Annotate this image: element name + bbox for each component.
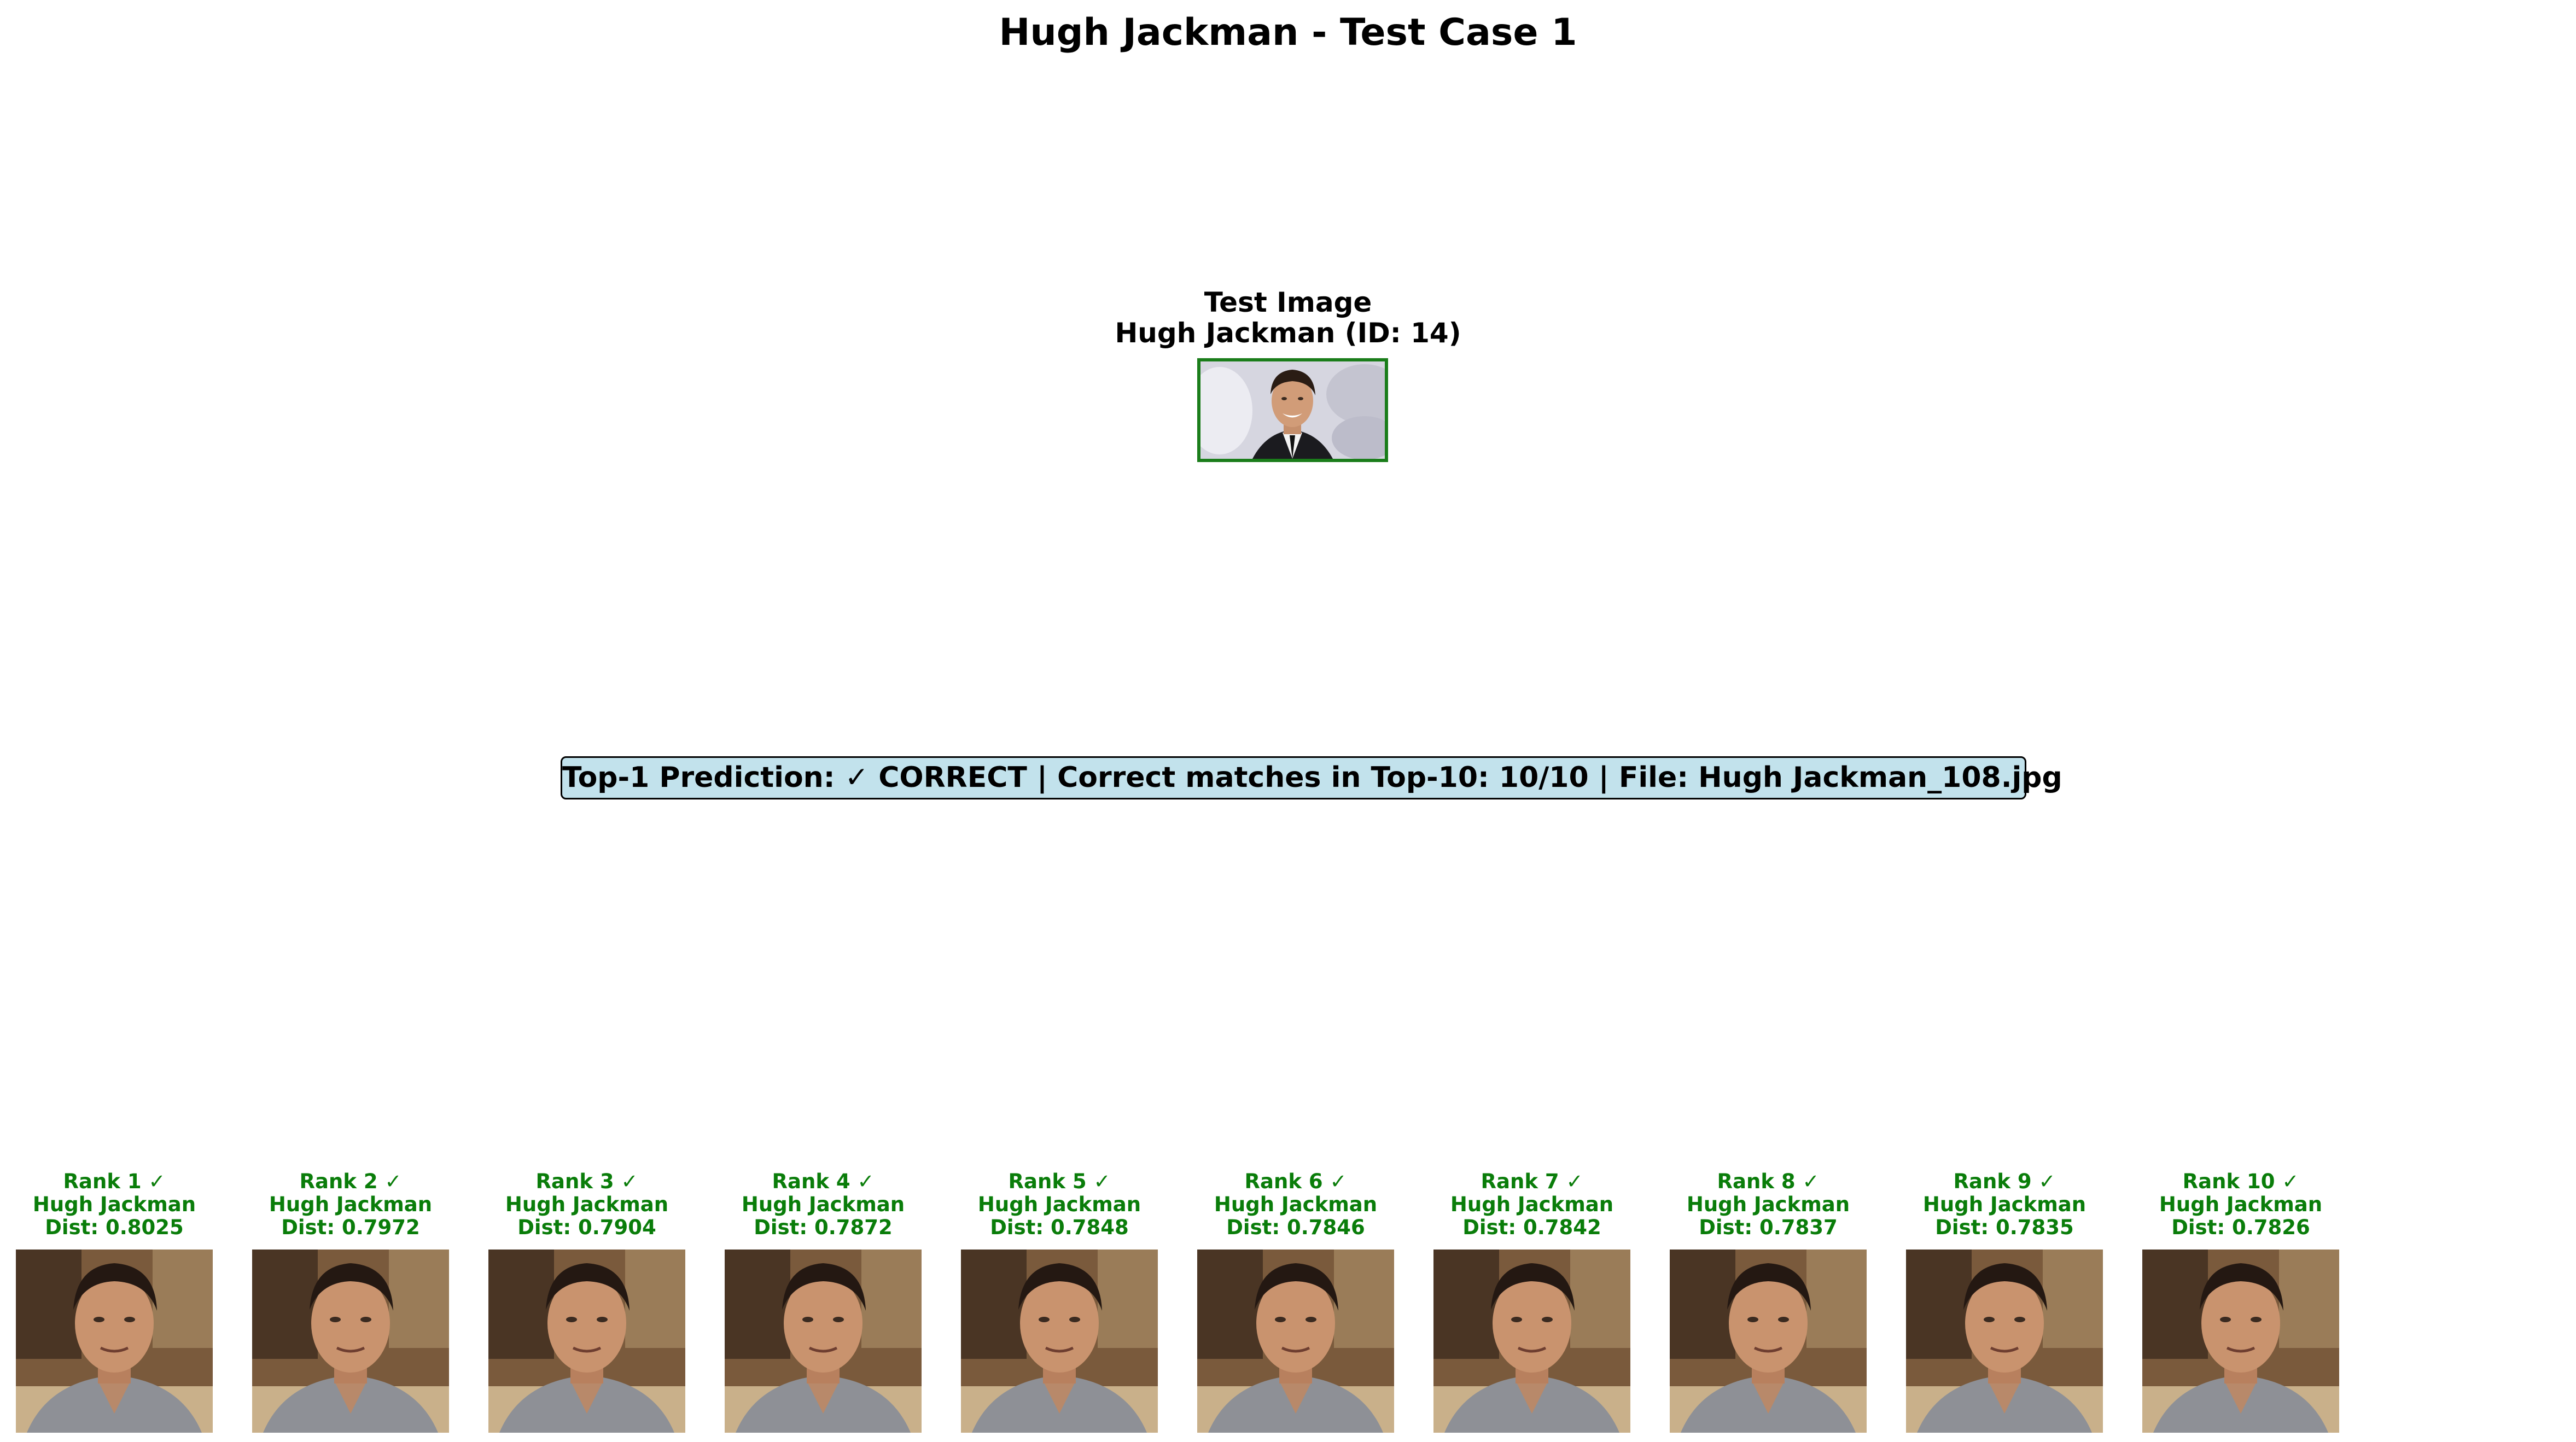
rank-label: Rank 4 ✓ Hugh Jackman Dist: 0.7872 xyxy=(708,1170,938,1239)
rank-label: Rank 6 ✓ Hugh Jackman Dist: 0.7846 xyxy=(1181,1170,1411,1239)
rank-name: Hugh Jackman xyxy=(32,1193,196,1216)
rank-name: Hugh Jackman xyxy=(269,1193,433,1216)
rank-name: Hugh Jackman xyxy=(505,1193,669,1216)
rank-dist: Dist: 0.7826 xyxy=(2171,1216,2310,1239)
match-photo xyxy=(252,1250,449,1433)
match-photo xyxy=(1433,1250,1630,1433)
match-photo xyxy=(16,1250,213,1433)
rank-rank: Rank 6 ✓ xyxy=(1244,1170,1347,1193)
rank-name: Hugh Jackman xyxy=(2159,1193,2323,1216)
rank-name: Hugh Jackman xyxy=(977,1193,1141,1216)
rank-label: Rank 10 ✓ Hugh Jackman Dist: 0.7826 xyxy=(2126,1170,2356,1239)
rank-rank: Rank 4 ✓ xyxy=(772,1170,875,1193)
rank-label: Rank 5 ✓ Hugh Jackman Dist: 0.7848 xyxy=(945,1170,1174,1239)
figure-title: Hugh Jackman - Test Case 1 xyxy=(999,11,1577,54)
rank-dist: Dist: 0.8025 xyxy=(45,1216,184,1239)
rank-label: Rank 3 ✓ Hugh Jackman Dist: 0.7904 xyxy=(472,1170,702,1239)
match-photo xyxy=(2142,1250,2339,1433)
rank-dist: Dist: 0.7872 xyxy=(754,1216,893,1239)
rank-label: Rank 8 ✓ Hugh Jackman Dist: 0.7837 xyxy=(1653,1170,1883,1239)
rank-label: Rank 7 ✓ Hugh Jackman Dist: 0.7842 xyxy=(1417,1170,1647,1239)
prediction-summary: Top-1 Prediction: ✓ CORRECT | Correct ma… xyxy=(561,756,2062,799)
rank-dist: Dist: 0.7837 xyxy=(1699,1216,1838,1239)
rank-label: Rank 2 ✓ Hugh Jackman Dist: 0.7972 xyxy=(236,1170,465,1239)
rank-rank: Rank 2 ✓ xyxy=(299,1170,402,1193)
rank-dist: Dist: 0.7835 xyxy=(1935,1216,2074,1239)
rank-name: Hugh Jackman xyxy=(1214,1193,1378,1216)
rank-rank: Rank 10 ✓ xyxy=(2182,1170,2299,1193)
rank-name: Hugh Jackman xyxy=(1686,1193,1850,1216)
rank-name: Hugh Jackman xyxy=(1450,1193,1614,1216)
match-photo xyxy=(725,1250,922,1433)
rank-rank: Rank 5 ✓ xyxy=(1008,1170,1111,1193)
rank-rank: Rank 1 ✓ xyxy=(63,1170,166,1193)
rank-dist: Dist: 0.7842 xyxy=(1462,1216,1601,1239)
rank-rank: Rank 8 ✓ xyxy=(1717,1170,1820,1193)
rank-dist: Dist: 0.7972 xyxy=(281,1216,420,1239)
test-image-photo xyxy=(1197,358,1388,462)
test-image-label: Test Image xyxy=(1204,287,1372,318)
match-photo xyxy=(488,1250,685,1433)
rank-rank: Rank 7 ✓ xyxy=(1481,1170,1583,1193)
test-image-identity: Hugh Jackman (ID: 14) xyxy=(1115,317,1461,349)
match-photo xyxy=(1197,1250,1394,1433)
rank-dist: Dist: 0.7848 xyxy=(990,1216,1129,1239)
rank-dist: Dist: 0.7904 xyxy=(517,1216,656,1239)
test-image-title: Test Image Hugh Jackman (ID: 14) xyxy=(1015,287,1561,348)
rank-rank: Rank 3 ✓ xyxy=(535,1170,638,1193)
match-photo xyxy=(961,1250,1158,1433)
rank-rank: Rank 9 ✓ xyxy=(1953,1170,2056,1193)
rank-name: Hugh Jackman xyxy=(741,1193,905,1216)
rank-name: Hugh Jackman xyxy=(1922,1193,2087,1216)
rank-label: Rank 1 ✓ Hugh Jackman Dist: 0.8025 xyxy=(0,1170,229,1239)
rank-dist: Dist: 0.7846 xyxy=(1226,1216,1365,1239)
rank-label: Rank 9 ✓ Hugh Jackman Dist: 0.7835 xyxy=(1890,1170,2119,1239)
match-photo xyxy=(1906,1250,2103,1433)
match-photo xyxy=(1670,1250,1867,1433)
